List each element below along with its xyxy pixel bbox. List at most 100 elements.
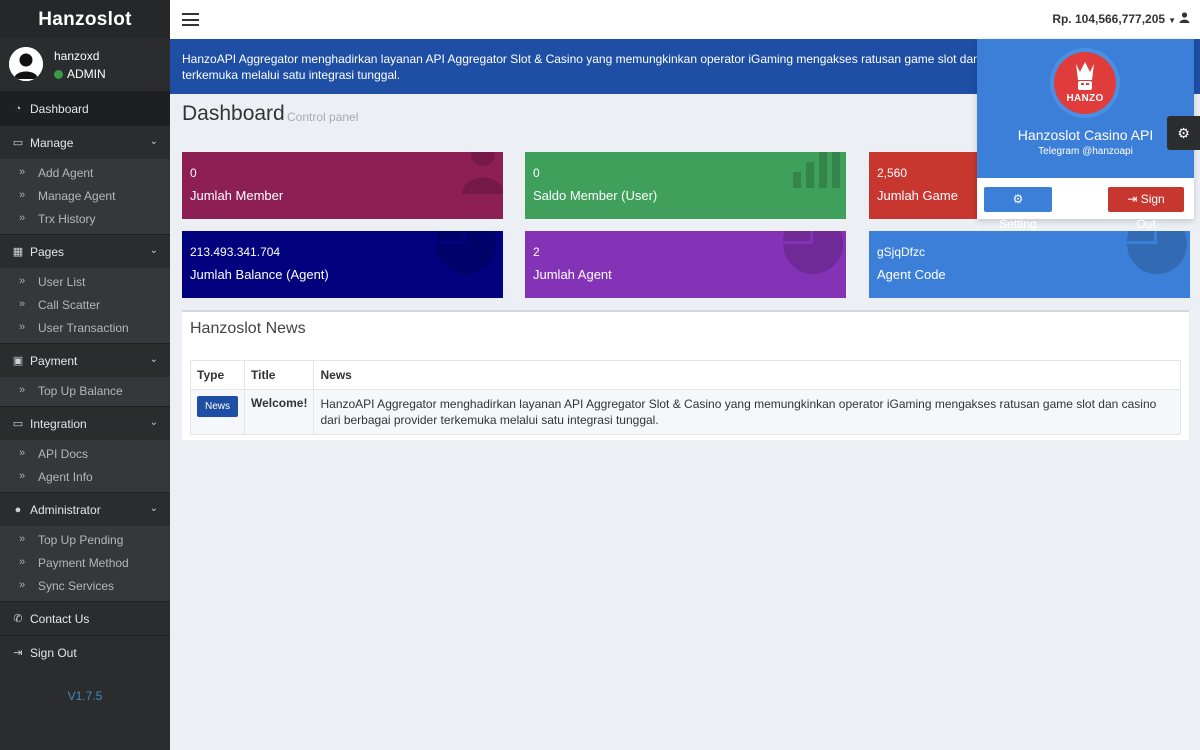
stat-value: 2 <box>533 245 540 259</box>
sidebar-item-administrator[interactable]: ● Administrator ⌄ <box>0 492 170 526</box>
sidebar-item-top-up-balance[interactable]: Top Up Balance <box>0 379 170 403</box>
page-subtitle: Control panel <box>287 110 359 124</box>
sidebar-item-manage[interactable]: ▭ Manage ⌄ <box>0 125 170 159</box>
gear-icon: ⚙ <box>1012 192 1024 206</box>
news-type-badge: News <box>197 396 239 417</box>
sidebar-item-sync-services[interactable]: Sync Services <box>0 574 170 598</box>
brand-logo: HANZO <box>1050 48 1120 118</box>
dashboard-icon: ◔ <box>14 103 22 115</box>
stat-box-jumlah-member[interactable]: 0 Jumlah Member <box>182 152 503 219</box>
sidebar-item-payment[interactable]: ▣ Payment ⌄ <box>0 343 170 377</box>
caret-down-icon: ▼ <box>1168 16 1176 25</box>
laptop-icon: ▭ <box>12 137 24 149</box>
stat-label: Jumlah Balance (Agent) <box>190 267 329 282</box>
stat-box-agent-code[interactable]: gSjqDfzc Agent Code <box>869 231 1190 298</box>
submenu-pages: User List Call Scatter User Transaction <box>0 268 170 343</box>
submenu-integration: API Docs Agent Info <box>0 440 170 492</box>
pie-chart-icon <box>436 231 496 274</box>
sidebar-item-label: Contact Us <box>30 612 90 626</box>
sidebar-item-trx-history[interactable]: Trx History <box>0 207 170 231</box>
sign-out-icon: ⇥ <box>13 647 23 659</box>
table-row: News Welcome! HanzoAPI Aggregator mengha… <box>189 389 1181 435</box>
news-title: Hanzoslot News <box>190 320 306 337</box>
sidebar-item-api-docs[interactable]: API Docs <box>0 442 170 466</box>
sidebar-item-top-up-pending[interactable]: Top Up Pending <box>0 528 170 552</box>
chevron-down-icon: ⌄ <box>149 503 158 514</box>
profile-dropdown-header: HANZO Hanzoslot Casino API Telegram @han… <box>977 39 1194 178</box>
sidebar-item-dashboard[interactable]: ◔ Dashboard <box>0 91 170 125</box>
gear-icon: ⚙ <box>1177 125 1190 141</box>
stat-box-jumlah-balance[interactable]: 213.493.341.704 Jumlah Balance (Agent) <box>182 231 503 298</box>
chevron-down-icon: ⌄ <box>149 136 158 147</box>
sidebar-item-integration[interactable]: ▭ Integration ⌄ <box>0 406 170 440</box>
sidebar-item-agent-info[interactable]: Agent Info <box>0 465 170 489</box>
sidebar-item-pages[interactable]: ▦ Pages ⌄ <box>0 234 170 268</box>
profile-telegram: Telegram @hanzoapi <box>1038 146 1133 157</box>
stat-label: Jumlah Member <box>190 188 284 203</box>
table-icon: ▦ <box>12 246 24 258</box>
sign-out-icon: ⇥ <box>1127 192 1138 206</box>
chevron-down-icon: ⌄ <box>149 245 158 256</box>
account-balance: Rp. 104,566,777,205 <box>1052 12 1166 26</box>
submenu-manage: Add Agent Manage Agent Trx History <box>0 159 170 234</box>
user-role: ADMIN <box>54 67 106 81</box>
top-navbar: Rp. 104,566,777,205 ▼ <box>170 0 1200 39</box>
chevron-down-icon: ⌄ <box>149 354 158 365</box>
control-sidebar-toggle[interactable]: ⚙ <box>1167 116 1200 150</box>
user-panel: hanzoxd ADMIN <box>0 39 170 91</box>
sign-out-button-label: Sign Out <box>1136 192 1165 231</box>
user-role-label: ADMIN <box>67 67 106 81</box>
stat-box-saldo-member[interactable]: 0 Saldo Member (User) <box>525 152 846 219</box>
sidebar-item-add-agent[interactable]: Add Agent <box>0 161 170 185</box>
user-avatar-icon <box>9 47 43 81</box>
sidebar-item-label: Payment <box>30 354 78 368</box>
stat-value: 2,560 <box>877 166 908 180</box>
news-title-cell: Welcome! <box>244 389 315 435</box>
sidebar-item-payment-method[interactable]: Payment Method <box>0 551 170 575</box>
sidebar-item-sign-out[interactable]: ⇥ Sign Out <box>0 635 170 669</box>
app-logo[interactable]: Hanzoslot <box>0 0 170 39</box>
sidebar-item-label: Dashboard <box>30 102 89 116</box>
profile-name: Hanzoslot Casino API <box>1017 127 1154 143</box>
news-panel: Hanzoslot News Type Title News News Welc… <box>182 310 1189 440</box>
sidebar-item-label: Manage <box>30 136 74 150</box>
chevron-down-icon: ⌄ <box>149 417 158 428</box>
user-icon <box>1179 12 1190 26</box>
sign-out-button[interactable]: ⇥ Sign Out <box>1108 187 1184 231</box>
phone-icon: ✆ <box>13 613 23 625</box>
stat-label: Saldo Member (User) <box>533 188 658 203</box>
page-title: Dashboard <box>182 102 285 125</box>
app-version: V1.7.5 <box>67 689 103 703</box>
sidebar-item-user-list[interactable]: User List <box>0 270 170 294</box>
samurai-helmet-icon: HANZO <box>1054 52 1116 114</box>
submenu-payment: Top Up Balance <box>0 377 170 406</box>
setting-button-label: Setting <box>999 217 1037 231</box>
online-status-icon <box>54 69 63 79</box>
column-header-news: News <box>313 360 1181 390</box>
menu-toggle-icon[interactable] <box>182 13 199 26</box>
sidebar-item-manage-agent[interactable]: Manage Agent <box>0 184 170 208</box>
brand-logo-text: HANZO <box>1066 93 1104 104</box>
news-type-cell: News <box>189 389 246 435</box>
sidebar-item-contact-us[interactable]: ✆ Contact Us <box>0 601 170 635</box>
submenu-administrator: Top Up Pending Payment Method Sync Servi… <box>0 526 170 601</box>
stat-label: Agent Code <box>877 267 946 282</box>
bar-chart-icon <box>793 152 840 188</box>
news-content-cell: HanzoAPI Aggregator menghadirkan layanan… <box>313 389 1181 435</box>
sidebar-item-user-transaction[interactable]: User Transaction <box>0 316 170 340</box>
sidebar-item-call-scatter[interactable]: Call Scatter <box>0 293 170 317</box>
sidebar-item-label: Administrator <box>30 503 101 517</box>
stat-box-jumlah-agent[interactable]: 2 Jumlah Agent <box>525 231 846 298</box>
sidebar-item-label: Pages <box>30 245 65 259</box>
pie-chart-icon <box>783 231 843 274</box>
money-icon: ▣ <box>12 355 24 367</box>
profile-dropdown: HANZO Hanzoslot Casino API Telegram @han… <box>977 39 1194 231</box>
setting-button[interactable]: ⚙ Setting <box>984 187 1052 231</box>
avatar <box>9 47 43 81</box>
stat-value: gSjqDfzc <box>877 245 926 259</box>
stat-label: Jumlah Agent <box>533 267 612 282</box>
stat-label: Jumlah Game <box>877 188 958 203</box>
account-balance-menu[interactable]: Rp. 104,566,777,205 ▼ <box>1052 0 1190 40</box>
stat-value: 0 <box>533 166 540 180</box>
sidebar: Hanzoslot hanzoxd ADMIN ◔ Dashboard ▭ Ma… <box>0 0 170 750</box>
